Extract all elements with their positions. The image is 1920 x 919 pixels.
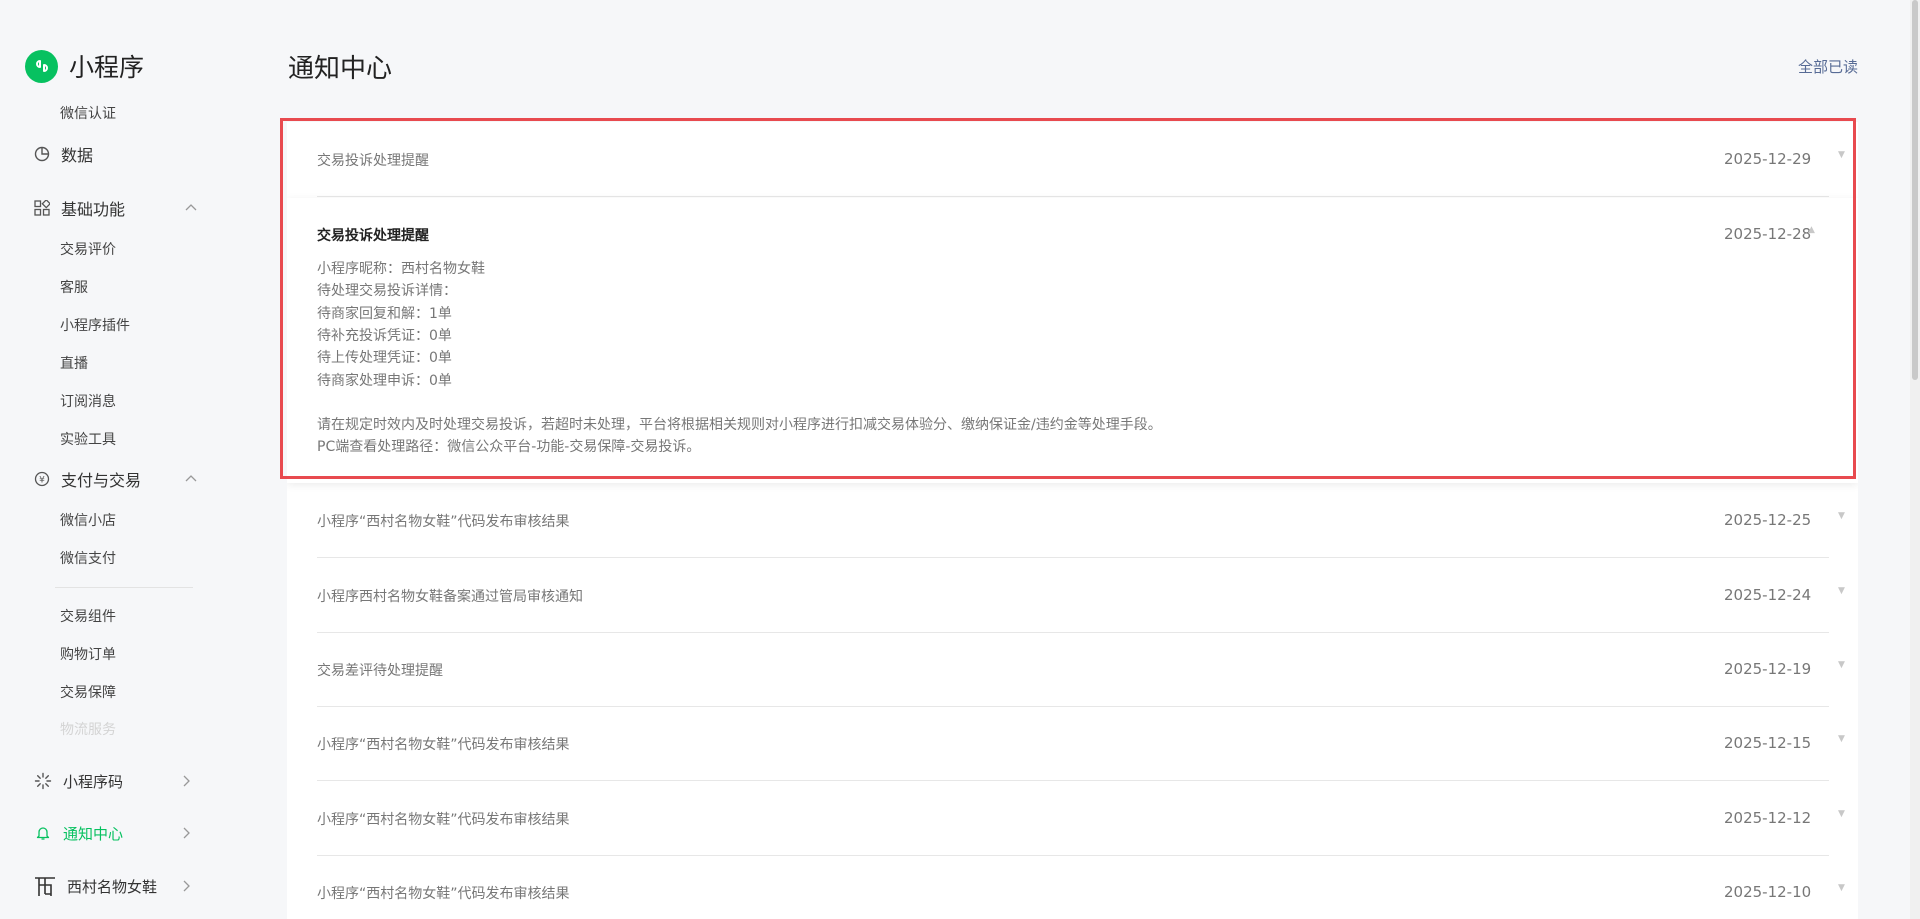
sidebar-item-label: 小程序码 (63, 772, 124, 791)
detail-line: 待商家回复和解：1单 (317, 306, 452, 322)
sidebar-item-label: 通知中心 (63, 824, 124, 843)
chevron-down-icon: ▼ (1838, 150, 1845, 160)
sidebar-item-label: 数据 (61, 146, 94, 165)
notification-title: 小程序西村名物女鞋备案通过管局审核通知 (317, 589, 583, 605)
notification-date: 2025-12-12 (1724, 809, 1812, 827)
notification-row[interactable]: 交易投诉处理提醒 2025-12-29 ▼ (317, 122, 1845, 197)
sidebar-item-subscribe[interactable]: 订阅消息 (60, 391, 116, 411)
notification-date: 2025-12-24 (1724, 586, 1812, 604)
sidebar-item-notice-center[interactable]: 通知中心 (33, 821, 193, 845)
sidebar: 小程序 微信认证 数据 基础功能 交易评价 客服 小程序插件 直播 订阅消息 实… (0, 0, 230, 919)
sidebar-item-wechat-shop[interactable]: 微信小店 (60, 510, 116, 530)
sidebar-item-wechat-pay[interactable]: 微信支付 (60, 548, 116, 568)
detail-line: 小程序昵称：西村名物女鞋 (317, 261, 485, 277)
notification-row[interactable]: 小程序“西村名物女鞋”代码发布审核结果 2025-12-12 ▼ (317, 781, 1845, 856)
sidebar-item-orders[interactable]: 购物订单 (60, 644, 116, 664)
sun-code-icon (33, 771, 53, 791)
notification-expanded[interactable]: 交易投诉处理提醒 2025-12-28 ▲ 小程序昵称：西村名物女鞋 待处理交易… (287, 198, 1858, 483)
pie-chart-icon (33, 145, 51, 163)
sidebar-divider (55, 587, 193, 588)
detail-line: 待上传处理凭证：0单 (317, 350, 452, 366)
sidebar-item-trade-component[interactable]: 交易组件 (60, 606, 116, 626)
notification-date: 2025-12-10 (1724, 883, 1812, 901)
sidebar-item-trade-review[interactable]: 交易评价 (60, 239, 116, 259)
notification-list: 交易投诉处理提醒 2025-12-29 ▼ 交易投诉处理提醒 2025-12-2… (287, 122, 1858, 919)
grid-icon (33, 199, 51, 217)
brand[interactable]: 小程序 (25, 48, 144, 84)
sidebar-group-label: 基础功能 (61, 200, 126, 219)
sidebar-item-qrcode[interactable]: 小程序码 (33, 769, 193, 793)
notification-date: 2025-12-25 (1724, 511, 1812, 529)
sidebar-item-live[interactable]: 直播 (60, 353, 88, 373)
mini-program-logo-icon (25, 49, 58, 83)
detail-note: PC端查看处理路径：微信公众平台-功能-交易保障-交易投诉。 (317, 439, 701, 455)
notification-row[interactable]: 小程序西村名物女鞋备案通过管局审核通知 2025-12-24 ▼ (317, 558, 1845, 633)
sidebar-item-customer-service[interactable]: 客服 (60, 277, 88, 297)
notification-date: 2025-12-28 (1724, 225, 1812, 243)
detail-line: 待补充投诉凭证：0单 (317, 328, 452, 344)
notification-date: 2025-12-15 (1724, 734, 1812, 752)
sidebar-group-pay[interactable]: ¥ 支付与交易 (33, 467, 198, 491)
bell-icon (33, 823, 53, 843)
chevron-down-icon: ▼ (1838, 660, 1845, 670)
notification-title: 交易差评待处理提醒 (317, 663, 443, 679)
brand-name: 小程序 (69, 53, 145, 82)
chevron-up-icon (184, 196, 198, 220)
notification-title: 小程序“西村名物女鞋”代码发布审核结果 (317, 514, 570, 530)
scrollbar[interactable] (1910, 0, 1920, 919)
notification-row[interactable]: 小程序“西村名物女鞋”代码发布审核结果 2025-12-10 ▼ (317, 855, 1845, 919)
detail-line: 待商家处理申诉：0单 (317, 373, 452, 389)
detail-line: 待处理交易投诉详情： (317, 283, 457, 299)
chevron-right-icon (179, 769, 193, 793)
sidebar-item-wechat-cert[interactable]: 微信认证 (60, 103, 116, 123)
yuan-circle-icon: ¥ (33, 470, 51, 488)
chevron-up-icon (184, 467, 198, 491)
chevron-down-icon: ▼ (1838, 883, 1845, 893)
chevron-right-icon (179, 873, 193, 899)
chevron-down-icon: ▼ (1838, 809, 1845, 819)
chevron-down-icon: ▼ (1838, 511, 1845, 521)
sidebar-item-plugins[interactable]: 小程序插件 (60, 315, 130, 335)
mark-all-read-button[interactable]: 全部已读 (1798, 56, 1858, 77)
notification-title: 交易投诉处理提醒 (317, 228, 429, 244)
sidebar-group-label: 支付与交易 (61, 471, 142, 490)
notification-row[interactable]: 小程序“西村名物女鞋”代码发布审核结果 2025-12-15 ▼ (317, 706, 1845, 781)
chevron-up-icon: ▲ (1808, 225, 1815, 235)
sidebar-item-logistics[interactable]: 物流服务 (60, 719, 116, 739)
page-title: 通知中心 (288, 54, 393, 84)
notification-title: 交易投诉处理提醒 (317, 153, 429, 169)
notification-row[interactable]: 交易差评待处理提醒 2025-12-19 ▼ (317, 632, 1845, 707)
sidebar-item-trade-guarantee[interactable]: 交易保障 (60, 682, 116, 702)
notification-date: 2025-12-19 (1724, 660, 1812, 678)
sidebar-item-data[interactable]: 数据 (33, 142, 198, 166)
notification-row[interactable]: 小程序“西村名物女鞋”代码发布审核结果 2025-12-25 ▼ (317, 483, 1845, 558)
chevron-down-icon: ▼ (1838, 734, 1845, 744)
chevron-down-icon: ▼ (1838, 586, 1845, 596)
notification-title: 小程序“西村名物女鞋”代码发布审核结果 (317, 737, 570, 753)
scrollbar-thumb[interactable] (1912, 0, 1918, 380)
svg-text:¥: ¥ (39, 476, 45, 486)
notification-title: 小程序“西村名物女鞋”代码发布审核结果 (317, 886, 570, 902)
notification-date: 2025-12-29 (1724, 150, 1812, 168)
sidebar-group-basic[interactable]: 基础功能 (33, 196, 198, 220)
notification-title: 小程序“西村名物女鞋”代码发布审核结果 (317, 812, 570, 828)
sidebar-item-lab-tools[interactable]: 实验工具 (60, 429, 116, 449)
chevron-right-icon (179, 821, 193, 845)
sidebar-item-label: 西村名物女鞋 (67, 877, 158, 896)
account-avatar-icon (33, 874, 57, 898)
sidebar-item-account[interactable]: 西村名物女鞋 (33, 873, 193, 899)
detail-note: 请在规定时效内及时处理交易投诉，若超时未处理，平台将根据相关规则对小程序进行扣减… (317, 417, 1162, 433)
